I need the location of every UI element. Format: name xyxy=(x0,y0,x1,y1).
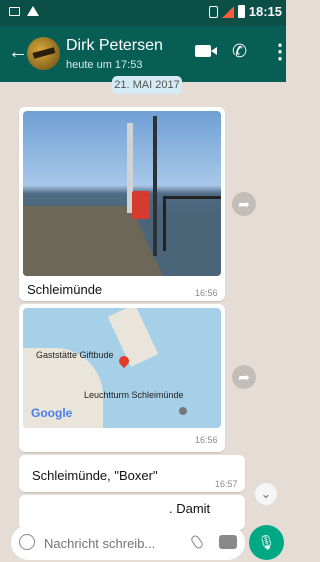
clock: 18:15 xyxy=(248,4,282,19)
message-text: . Damit xyxy=(169,501,211,516)
more-icon[interactable]: ⋮ xyxy=(270,39,290,64)
phone-icon[interactable]: ✆ xyxy=(232,41,247,62)
life-ring-sign xyxy=(132,191,150,219)
message-time: 16:56 xyxy=(195,288,218,298)
attach-icon[interactable] xyxy=(189,533,205,551)
chat-header: ← Dirk Petersen heute um 17:53 ✆ ⋮ xyxy=(0,26,290,82)
forward-icon[interactable]: ➦ xyxy=(232,365,256,389)
message-text: Schleimünde, "Boxer" xyxy=(32,468,158,483)
scroll-down-icon[interactable]: ⌄ xyxy=(255,483,277,505)
text-message[interactable]: Schleimünde, "Boxer" 16:57 xyxy=(19,455,245,492)
pole-shape xyxy=(153,116,157,256)
location-message[interactable]: Gaststätte Giftbude Leuchtturm Schleimün… xyxy=(19,304,225,452)
bluetooth-icon xyxy=(208,5,218,18)
map-preview[interactable]: Gaststätte Giftbude Leuchtturm Schleimün… xyxy=(23,308,221,428)
date-pill: 21. MAI 2017 xyxy=(112,76,182,94)
last-seen: heute um 17:53 xyxy=(66,59,143,71)
photo-thumbnail[interactable] xyxy=(23,111,221,276)
video-call-icon[interactable] xyxy=(195,45,217,57)
contact-name[interactable]: Dirk Petersen xyxy=(66,37,163,55)
signal-icon xyxy=(221,5,234,18)
battery-icon xyxy=(237,5,245,18)
map-label: Gaststätte Giftbude xyxy=(36,350,114,360)
message-notification-icon xyxy=(9,6,20,16)
map-label: Leuchtturm Schleimünde xyxy=(84,390,184,400)
photo-caption: Schleimünde xyxy=(27,282,103,297)
mic-icon[interactable]: 🎙 xyxy=(249,525,284,560)
message-time: 16:56 xyxy=(195,435,218,445)
photo-message[interactable]: Schleimünde 16:56 xyxy=(19,107,225,301)
avatar[interactable] xyxy=(27,37,60,70)
status-bar: 18:15 xyxy=(0,0,286,26)
emoji-icon[interactable] xyxy=(19,534,35,550)
camera-icon[interactable] xyxy=(219,535,237,549)
google-logo: Google xyxy=(31,406,73,420)
lighthouse-marker-icon xyxy=(179,407,187,415)
railing-shape xyxy=(163,196,221,251)
spit-shape xyxy=(107,308,159,367)
forward-icon[interactable]: ➦ xyxy=(232,192,256,216)
warning-icon xyxy=(27,6,39,16)
message-input[interactable] xyxy=(44,532,170,554)
back-arrow-icon[interactable]: ← xyxy=(8,42,28,62)
message-time: 16:57 xyxy=(215,479,238,489)
message-composer xyxy=(11,525,245,560)
